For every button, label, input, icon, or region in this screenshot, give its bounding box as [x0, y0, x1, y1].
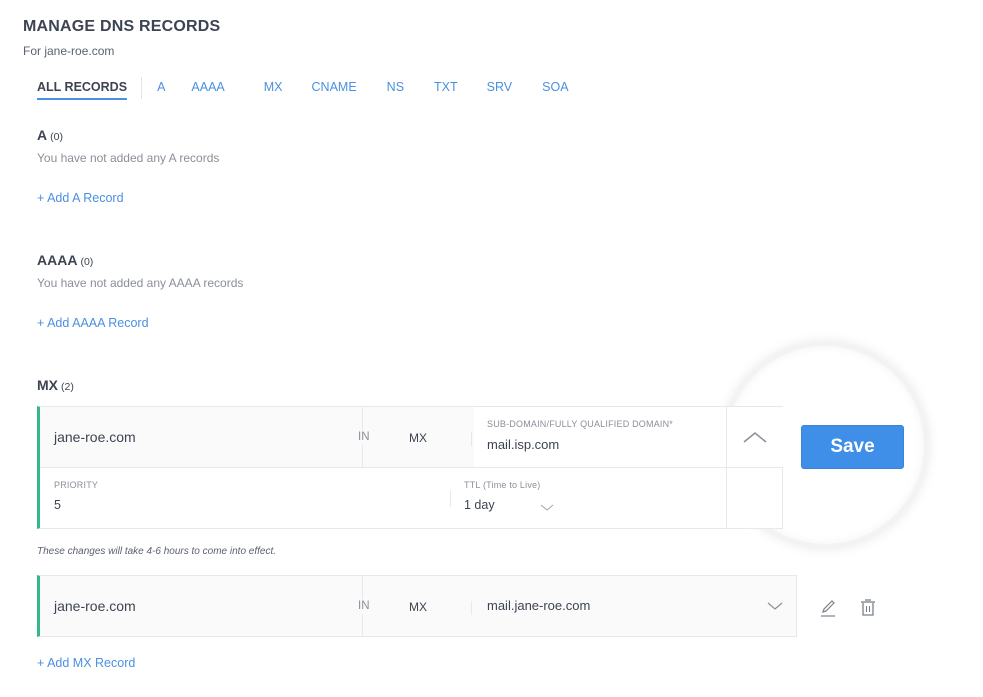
record-type: MX: [409, 600, 427, 614]
column-divider: [471, 432, 472, 446]
tab-aaaa[interactable]: AAAA: [191, 80, 224, 98]
mx-record-row[interactable]: jane-roe.com IN MX mail.jane-roe.com: [37, 575, 797, 637]
collapse-button[interactable]: [726, 407, 783, 467]
expand-button[interactable]: [762, 596, 788, 616]
chevron-down-icon: [540, 504, 554, 511]
section-mx-title: MX (2): [37, 377, 74, 393]
column-divider: [362, 445, 363, 467]
section-mx-count: (2): [61, 381, 74, 393]
column-divider: [362, 614, 363, 637]
tab-srv[interactable]: SRV: [487, 80, 512, 98]
section-a-label: A: [37, 127, 48, 143]
target-field-label: SUB-DOMAIN/FULLY QUALIFIED DOMAIN*: [487, 419, 673, 429]
target-field[interactable]: SUB-DOMAIN/FULLY QUALIFIED DOMAIN* mail.…: [474, 407, 726, 467]
section-aaaa-label: AAAA: [37, 252, 78, 268]
save-button[interactable]: Save: [801, 425, 904, 469]
tab-soa[interactable]: SOA: [542, 80, 568, 98]
section-aaaa-count: (0): [80, 256, 94, 268]
page-subtitle: For jane-roe.com: [23, 44, 115, 58]
record-domain: jane-roe.com: [54, 598, 136, 614]
chevron-down-icon: [767, 602, 783, 610]
record-domain: jane-roe.com: [54, 429, 136, 445]
add-mx-record-link[interactable]: + Add MX Record: [37, 656, 135, 670]
record-class: IN: [358, 600, 370, 612]
record-type-tabs: ALL RECORDS A AAAA MX CNAME NS TXT SRV S…: [37, 77, 569, 104]
tab-a[interactable]: A: [157, 80, 165, 98]
section-a-title: A (0): [37, 127, 63, 143]
delete-record-button[interactable]: [858, 597, 878, 619]
ttl-selected-value: 1 day: [464, 498, 495, 512]
tab-divider: [141, 77, 143, 99]
tab-ns[interactable]: NS: [387, 80, 404, 98]
mx-record-edit-panel: jane-roe.com IN MX SUB-DOMAIN/FULLY QUAL…: [37, 406, 783, 529]
section-a-count: (0): [50, 131, 63, 143]
section-mx-label: MX: [37, 377, 58, 393]
record-target: mail.jane-roe.com: [487, 598, 591, 613]
ttl-label: TTL (Time to Live): [464, 480, 541, 490]
record-type: MX: [409, 431, 427, 445]
page-title: MANAGE DNS RECORDS: [23, 18, 221, 35]
add-aaaa-record-link[interactable]: + Add AAAA Record: [37, 316, 149, 330]
tab-mx[interactable]: MX: [264, 80, 283, 98]
propagation-notice: These changes will take 4-6 hours to com…: [37, 546, 277, 557]
column-divider: [471, 601, 472, 615]
column-divider: [362, 407, 363, 430]
column-divider: [362, 576, 363, 599]
add-a-record-link[interactable]: + Add A Record: [37, 191, 124, 205]
edit-record-button[interactable]: [818, 597, 838, 619]
priority-input[interactable]: 5: [54, 498, 61, 512]
edit-panel-header-row: jane-roe.com IN MX SUB-DOMAIN/FULLY QUAL…: [40, 407, 783, 468]
priority-label: PRIORITY: [54, 480, 99, 490]
tab-all-records[interactable]: ALL RECORDS: [37, 80, 128, 100]
trash-icon: [861, 599, 875, 616]
tab-txt[interactable]: TXT: [434, 80, 458, 98]
section-aaaa-empty-message: You have not added any AAAA records: [37, 276, 244, 290]
target-field-input[interactable]: mail.isp.com: [487, 437, 559, 452]
section-a-empty-message: You have not added any A records: [37, 151, 220, 165]
section-aaaa-title: AAAA (0): [37, 252, 93, 268]
column-divider: [450, 491, 451, 507]
pencil-icon: [821, 600, 835, 617]
tab-cname[interactable]: CNAME: [312, 80, 357, 98]
ttl-select[interactable]: 1 day: [464, 495, 564, 517]
column-divider: [726, 468, 727, 529]
record-class: IN: [358, 431, 370, 443]
chevron-up-icon: [743, 432, 767, 443]
